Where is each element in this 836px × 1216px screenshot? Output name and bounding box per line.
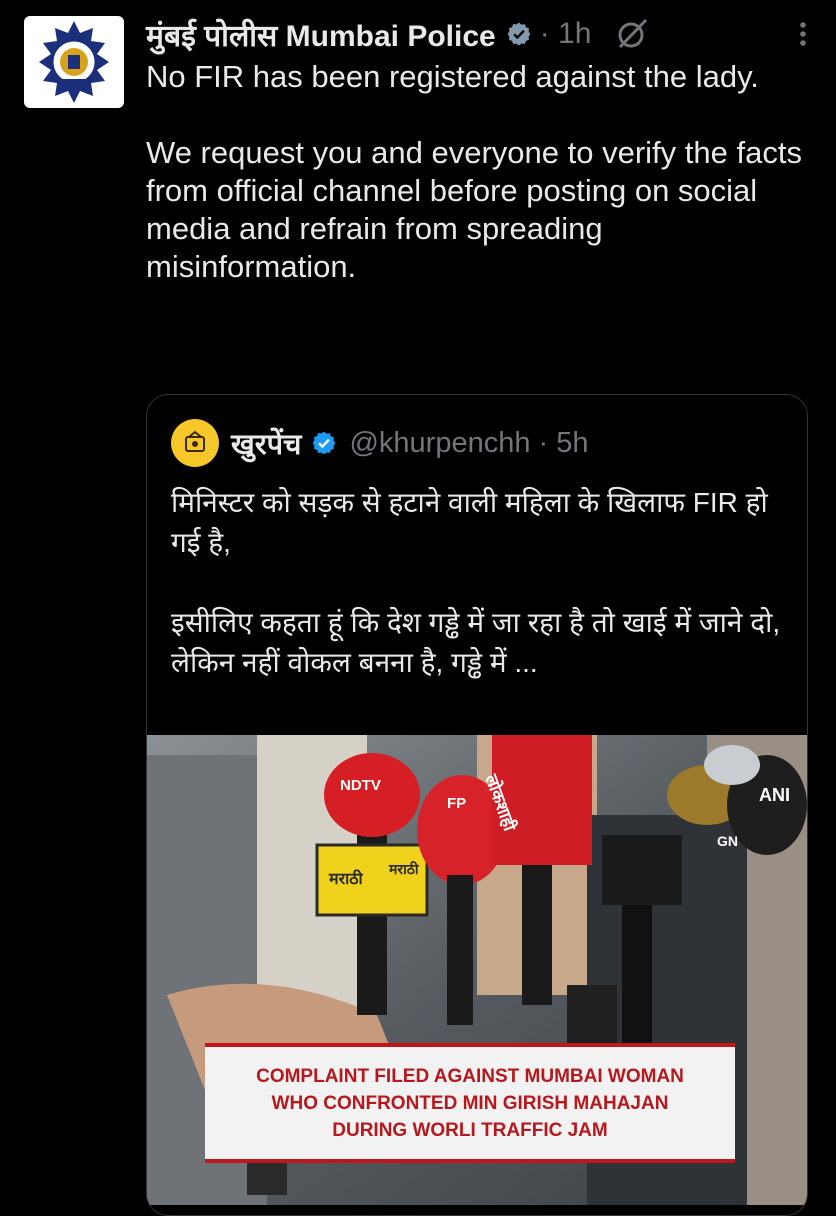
mumbai-police-avatar[interactable]: [24, 16, 124, 108]
mic-label: GN: [717, 833, 738, 849]
quoted-paragraph: मिनिस्टर को सड़क से हटाने वाली महिला के …: [171, 487, 768, 558]
verified-badge-icon: [311, 430, 337, 456]
quoted-tweet-header: खुरपेंच @khurpenchh · 5h: [171, 419, 588, 467]
tweet-paragraph: We request you and everyone to verify th…: [146, 135, 802, 284]
mic-label: मराठी: [329, 871, 363, 888]
tweet-text: No FIR has been registered against the l…: [146, 58, 816, 286]
tweet-header: मुंबई पोलीस Mumbai Police · 1h: [146, 14, 818, 54]
quoted-author-name: खुरपेंच: [231, 428, 302, 461]
caption-line: WHO CONFRONTED MIN GIRISH MAHAJAN: [271, 1092, 669, 1114]
news-caption-banner: COMPLAINT FILED AGAINST MUMBAI WOMAN WHO…: [205, 1043, 735, 1163]
mic-label: ANI: [759, 785, 790, 805]
quoted-tweet[interactable]: खुरपेंच @khurpenchh · 5h मिनिस्टर को सड़…: [146, 394, 808, 1216]
mic-label: लोकशाही: [481, 772, 520, 834]
khurpench-avatar: [171, 419, 219, 467]
quoted-time: · 5h: [538, 426, 589, 459]
more-options-icon[interactable]: [788, 19, 818, 49]
tweet-time[interactable]: · 1h: [540, 17, 592, 51]
mic-label: NDTV: [340, 777, 381, 794]
mic-label: मराठी: [389, 861, 419, 877]
tweet-paragraph: No FIR has been registered against the l…: [146, 59, 759, 94]
police-emblem-icon: [39, 21, 109, 103]
quoted-tweet-text: मिनिस्टर को सड़क से हटाने वाली महिला के …: [171, 483, 791, 683]
caption-line: COMPLAINT FILED AGAINST MUMBAI WOMAN: [256, 1065, 684, 1087]
author-name[interactable]: मुंबई पोलीस Mumbai Police: [146, 14, 496, 55]
caption-line: DURING WORLI TRAFFIC JAM: [332, 1119, 608, 1141]
grok-icon[interactable]: [615, 16, 651, 52]
quoted-paragraph: इसीलिए कहता हूं कि देश गड्ढे में जा रहा …: [171, 607, 781, 678]
verified-badge-icon: [506, 21, 532, 47]
quoted-handle: @khurpenchh: [349, 426, 531, 459]
mic-label: FP: [447, 795, 467, 812]
